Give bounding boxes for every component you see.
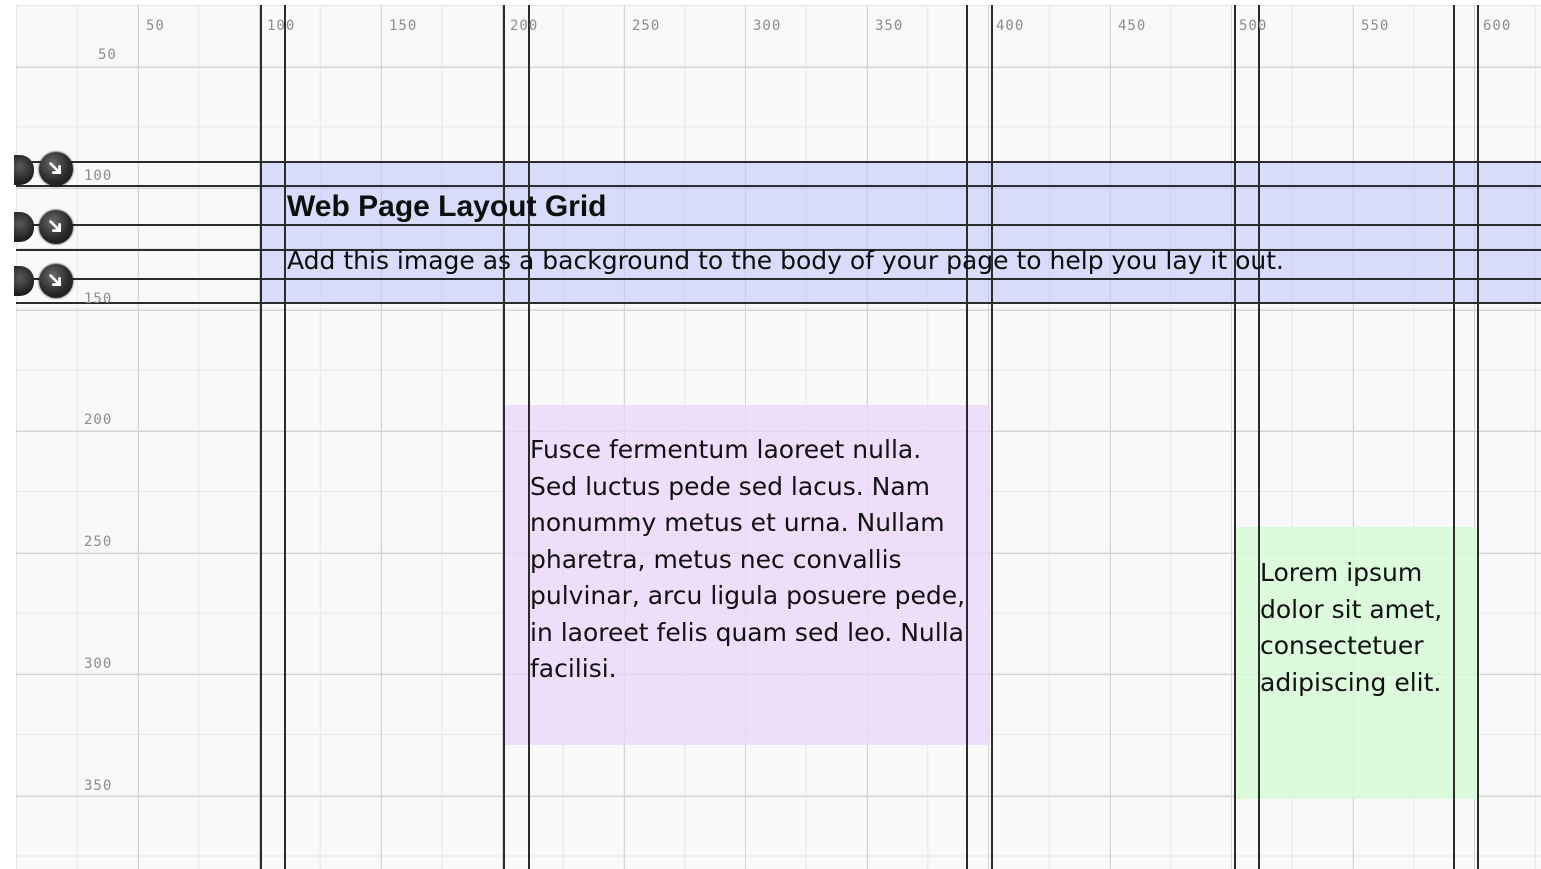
major-grid-line [1110,5,1111,869]
major-grid-line [16,67,1541,68]
major-grid-line [381,5,382,869]
row-guide [16,161,1541,163]
x-ruler-label: 400 [996,18,1025,34]
column-guide [1234,5,1236,869]
y-ruler-label: 50 [98,47,117,63]
y-ruler-label: 250 [84,534,113,550]
x-ruler-label: 200 [510,18,539,34]
row-guide [16,278,1541,280]
x-ruler-label: 450 [1118,18,1147,34]
x-ruler-label: 350 [875,18,904,34]
sidebar-block-text: Lorem ipsum dolor sit amet, consectetuer… [1260,558,1443,697]
layout-grid-canvas: 50 100 150 200 250 300 350 400 450 500 550 600 50 100… [0,0,1541,869]
column-guide [503,5,505,869]
x-ruler-label: 600 [1483,18,1512,34]
y-ruler-label: 150 [84,291,113,307]
page-subtitle: Add this image as a background to the bo… [287,246,1284,275]
x-ruler-label: 300 [753,18,782,34]
major-grid-line [1231,5,1232,869]
resize-arrow-icon[interactable] [39,152,73,186]
content-block-text: Fusce fermentum laoreet nulla. Sed luctu… [530,435,966,683]
y-ruler-label: 350 [84,778,113,794]
page-title: Web Page Layout Grid [287,190,607,223]
row-guide [16,185,1541,187]
resize-arrow-icon[interactable] [39,264,73,298]
x-ruler-label: 50 [146,18,165,34]
x-ruler-label: 500 [1239,18,1268,34]
column-guide [1477,5,1479,869]
row-guide [16,302,1541,304]
x-ruler-label: 250 [632,18,661,34]
header-block [261,162,1541,303]
resize-arrow-icon[interactable] [39,210,73,244]
column-guide [284,5,286,869]
top-margin [0,0,1541,5]
x-ruler-label: 150 [389,18,418,34]
column-guide [1453,5,1455,869]
x-ruler-label: 550 [1361,18,1390,34]
column-guide [260,5,262,869]
x-ruler-label: 100 [267,18,296,34]
major-grid-line [138,5,139,869]
major-grid-line [16,310,1541,311]
y-ruler-label: 200 [84,412,113,428]
y-ruler-label: 100 [84,168,113,184]
y-ruler-label: 300 [84,656,113,672]
column-guide [1258,5,1260,869]
row-guide [16,224,1541,226]
column-guide [991,5,993,869]
left-margin [0,0,16,869]
